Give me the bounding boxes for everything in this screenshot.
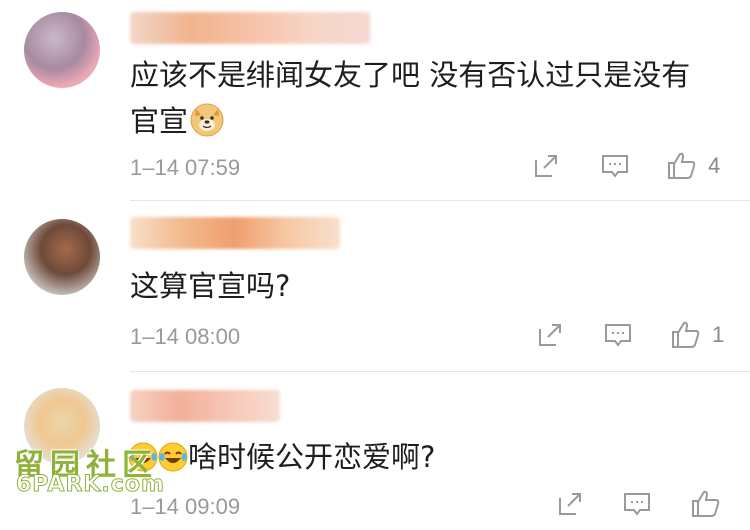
reply-button[interactable] xyxy=(600,152,630,180)
username-blurred[interactable] xyxy=(130,217,340,249)
avatar[interactable] xyxy=(24,219,100,295)
watermark-en: 6PARK.com xyxy=(16,472,165,498)
reply-button[interactable] xyxy=(622,490,652,518)
comment-text: 这算官宣吗? xyxy=(130,269,291,303)
comment-item-2: 这算官宣吗? 1–14 08:00 1 xyxy=(0,201,750,371)
comment-icon xyxy=(605,324,631,347)
username-blurred[interactable] xyxy=(130,390,280,422)
thumbs-up-icon xyxy=(672,321,700,348)
like-button[interactable]: 4 xyxy=(666,150,720,182)
like-count: 4 xyxy=(708,153,721,178)
timestamp: 1–14 09:09 xyxy=(130,494,241,519)
thumbs-up-icon xyxy=(668,152,696,179)
share-icon xyxy=(539,324,561,346)
like-button[interactable]: 1 xyxy=(670,319,724,351)
comment-text: 啥时候公开恋爱啊? xyxy=(128,434,435,480)
thumbs-up-icon xyxy=(692,490,720,517)
laugh-cry-emoji xyxy=(158,442,188,472)
doge-emoji xyxy=(190,103,224,137)
timestamp: 1–14 07:59 xyxy=(130,155,241,180)
like-button[interactable] xyxy=(690,488,732,520)
timestamp: 1–14 08:00 xyxy=(130,324,241,349)
comment-text: 应该不是绯闻女友了吧 没有否认过只是没有 官宣 xyxy=(130,52,690,144)
comment-text-line2: 官宣 xyxy=(130,104,189,138)
like-count: 1 xyxy=(712,322,725,347)
username-blurred[interactable] xyxy=(130,12,370,44)
avatar[interactable] xyxy=(24,12,100,88)
reply-button[interactable] xyxy=(603,321,633,349)
share-button[interactable] xyxy=(536,321,564,349)
comment-text-body: 啥时候公开恋爱啊? xyxy=(188,440,436,474)
share-button[interactable] xyxy=(556,490,584,518)
share-button[interactable] xyxy=(532,152,560,180)
share-icon xyxy=(559,493,581,515)
share-icon xyxy=(535,155,557,177)
comment-text-line1: 应该不是绯闻女友了吧 没有否认过只是没有 xyxy=(130,58,691,92)
comment-icon xyxy=(602,155,628,178)
comment-icon xyxy=(624,493,650,516)
comment-item-1: 应该不是绯闻女友了吧 没有否认过只是没有 官宣 1–14 07:59 4 xyxy=(0,0,750,200)
watermark: 留园社区 6PARK.com xyxy=(14,440,164,498)
